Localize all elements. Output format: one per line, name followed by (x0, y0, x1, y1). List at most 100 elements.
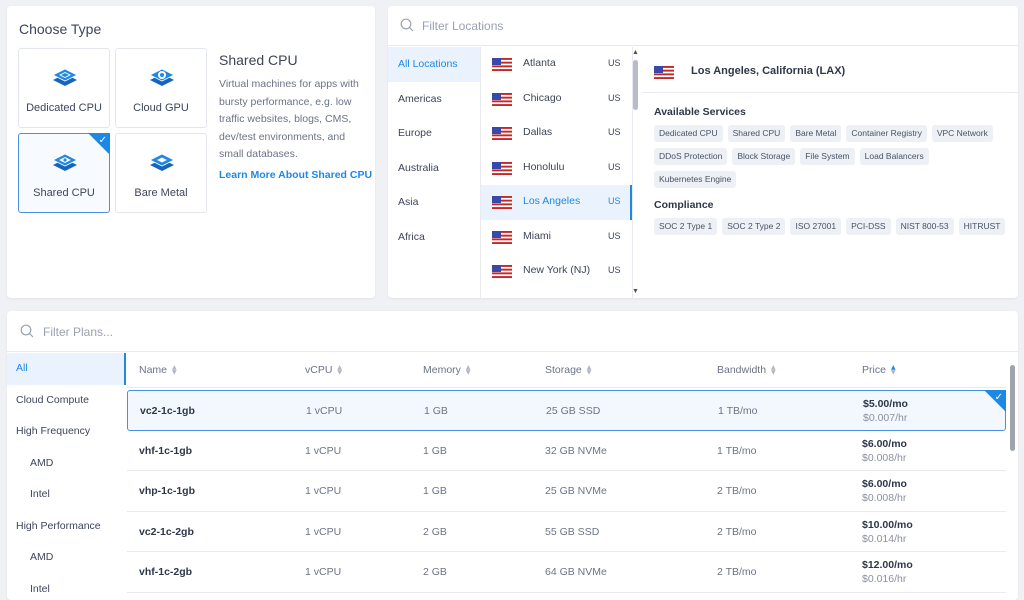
plan-memory: 2 GB (423, 525, 447, 538)
column-header-name[interactable]: Name ▲ ▼ (139, 364, 177, 376)
city-item-miami[interactable]: Miami US (481, 220, 632, 255)
table-row[interactable]: vhp-1c-1gb 1 vCPU 1 GB 25 GB NVMe 2 TB/m… (127, 471, 1006, 512)
plan-storage: 25 GB NVMe (545, 485, 607, 497)
service-tag: DDoS Protection (654, 148, 728, 165)
plan-bandwidth: 2 TB/mo (717, 485, 757, 497)
check-icon: ✓ (994, 392, 1003, 403)
plan-name: vhp-1c-1gb (139, 485, 196, 497)
category-high-performance-intel[interactable]: Intel (7, 574, 126, 600)
plan-price: $12.00/mo $0.016/hr (862, 558, 913, 586)
plan-vcpu: 1 vCPU (305, 525, 342, 538)
us-flag-icon (492, 127, 512, 140)
city-name: Honolulu (523, 160, 565, 173)
category-high-frequency[interactable]: High Frequency (7, 416, 126, 448)
city-item-honolulu[interactable]: Honolulu US (481, 151, 632, 186)
table-header: Name ▲ ▼ vCPU ▲ ▼ Memory ▲ ▼ Storage ▲ ▼ Bandwid… (127, 353, 1006, 388)
plan-storage: 32 GB NVMe (545, 444, 607, 457)
region-item-australia[interactable]: Australia (388, 151, 480, 186)
region-item-europe[interactable]: Europe (388, 116, 480, 151)
column-header-storage[interactable]: Storage ▲ ▼ (545, 364, 591, 376)
scroll-down-arrow-icon[interactable]: ▼ (632, 288, 639, 295)
plan-category-list: All Cloud Compute High Frequency AMD Int… (7, 353, 126, 600)
location-detail: Los Angeles, California (LAX) Available … (642, 47, 1018, 298)
location-search-bar (388, 6, 1018, 46)
us-flag-icon (654, 66, 674, 79)
plan-storage: 25 GB SSD (546, 405, 601, 417)
learn-more-link[interactable]: Learn More About Shared CPU (219, 169, 372, 181)
region-item-asia[interactable]: Asia (388, 185, 480, 220)
type-tile-cloud-gpu[interactable]: Cloud GPU (115, 48, 207, 128)
choose-type-title: Choose Type (19, 21, 102, 37)
plan-storage: 64 GB NVMe (545, 566, 607, 578)
category-high-frequency-amd[interactable]: AMD (7, 448, 126, 480)
column-header-vcpu[interactable]: vCPU ▲ ▼ (305, 364, 342, 376)
type-tile-bare-metal[interactable]: Bare Metal (115, 133, 207, 213)
city-list-scrollbar[interactable] (633, 60, 638, 110)
table-row[interactable]: vc2-1c-2gb 1 vCPU 2 GB 55 GB SSD 2 TB/mo… (127, 512, 1006, 552)
compliance-tag: HITRUST (958, 218, 1006, 235)
region-item-americas[interactable]: Americas (388, 82, 480, 117)
us-flag-icon (492, 58, 512, 71)
plans-table-scrollbar[interactable] (1010, 365, 1015, 451)
city-item-chicago[interactable]: Chicago US (481, 82, 632, 117)
service-tag: Container Registry (846, 125, 927, 142)
column-header-bandwidth[interactable]: Bandwidth ▲ ▼ (717, 364, 776, 376)
plans-panel: All Cloud Compute High Frequency AMD Int… (7, 311, 1018, 600)
sort-ascending-icon: ▲ ▼ (890, 364, 896, 377)
plan-bandwidth: 1 TB/mo (717, 444, 757, 457)
plan-price-monthly: $12.00/mo (862, 559, 913, 571)
column-header-label: Bandwidth (717, 364, 767, 376)
location-filter-input[interactable] (422, 16, 722, 36)
table-row[interactable]: vhf-1c-1gb 1 vCPU 1 GB 32 GB NVMe 1 TB/m… (127, 431, 1006, 471)
city-country: US (608, 161, 621, 172)
service-tag: Dedicated CPU (654, 125, 723, 142)
service-tag: Load Balancers (859, 148, 929, 165)
table-row[interactable]: vhf-1c-2gb 1 vCPU 2 GB 64 GB NVMe 2 TB/m… (127, 552, 1006, 593)
compliance-tags: SOC 2 Type 1 SOC 2 Type 2 ISO 27001 PCI-… (654, 218, 1016, 235)
column-header-price[interactable]: Price ▲ ▼ (862, 364, 896, 376)
city-item-new-york-nj[interactable]: New York (NJ) US (481, 254, 632, 289)
region-list: All Locations Americas Europe Australia … (388, 47, 481, 298)
scroll-up-arrow-icon[interactable]: ▲ (632, 49, 639, 56)
column-header-memory[interactable]: Memory ▲ ▼ (423, 364, 471, 376)
plan-memory: 1 GB (423, 485, 447, 497)
plan-price-monthly: $6.00/mo (862, 437, 907, 450)
city-country: US (608, 92, 621, 103)
category-cloud-compute[interactable]: Cloud Compute (7, 385, 126, 417)
plan-bandwidth: 2 TB/mo (717, 566, 757, 578)
plan-memory: 1 GB (424, 405, 448, 417)
plan-price-hourly: $0.008/hr (862, 451, 907, 464)
service-tag: Bare Metal (790, 125, 842, 142)
city-item-dallas[interactable]: Dallas US (481, 116, 632, 151)
column-header-label: Name (139, 364, 168, 376)
type-tile-label: Cloud GPU (133, 102, 189, 114)
city-item-atlanta[interactable]: Atlanta US (481, 47, 632, 82)
region-item-all-locations[interactable]: All Locations (388, 47, 480, 82)
plan-price-monthly: $5.00/mo (863, 398, 908, 410)
plan-memory: 2 GB (423, 566, 447, 578)
category-high-performance-amd[interactable]: AMD (7, 542, 126, 574)
plan-filter-input[interactable] (43, 322, 343, 342)
type-tile-dedicated-cpu[interactable]: Dedicated CPU (18, 48, 110, 128)
us-flag-icon (492, 230, 512, 244)
sort-icon: ▲ ▼ (172, 364, 177, 377)
category-high-performance[interactable]: High Performance (7, 511, 126, 543)
category-all[interactable]: All (7, 353, 126, 385)
cloud-gpu-icon (149, 68, 175, 86)
type-tile-shared-cpu[interactable]: Shared CPU ✓ (18, 133, 110, 213)
city-name: New York (NJ) (523, 264, 591, 276)
city-name: Atlanta (523, 57, 556, 69)
column-header-label: Memory (423, 364, 461, 376)
city-list: Atlanta US Chicago US Dallas US Honolulu… (481, 47, 633, 298)
choose-type-panel: Choose Type Dedicated CPU Cloud GPU Shar… (7, 6, 375, 298)
type-tile-label: Shared CPU (33, 187, 95, 199)
region-item-africa[interactable]: Africa (388, 220, 480, 255)
plan-name: vhf-1c-2gb (139, 566, 193, 578)
city-item-los-angeles[interactable]: Los Angeles US (481, 185, 632, 220)
plan-price-hourly: $0.008/hr (862, 492, 907, 504)
city-country: US (608, 230, 621, 241)
plan-vcpu: 1 vCPU (305, 444, 342, 457)
table-row[interactable]: vc2-1c-1gb 1 vCPU 1 GB 25 GB SSD 1 TB/mo… (127, 390, 1006, 431)
category-high-frequency-intel[interactable]: Intel (7, 479, 126, 511)
plan-bandwidth: 2 TB/mo (717, 525, 757, 538)
